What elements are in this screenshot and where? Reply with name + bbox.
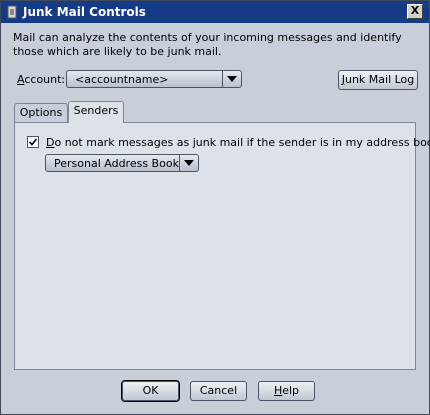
- checkmark-icon: [29, 138, 37, 146]
- chevron-down-icon: [179, 155, 198, 171]
- tab-senders[interactable]: Senders: [68, 101, 124, 123]
- junk-mail-log-button[interactable]: Junk Mail Log: [338, 70, 418, 90]
- title-bar[interactable]: Junk Mail Controls X: [1, 1, 429, 23]
- address-book-checkbox[interactable]: [27, 136, 39, 148]
- description-text: Mail can analyze the contents of your in…: [13, 31, 402, 58]
- tab-options[interactable]: Options: [14, 103, 68, 123]
- address-book-value: Personal Address Book: [54, 157, 179, 170]
- close-icon: X: [410, 4, 420, 17]
- account-dropdown[interactable]: <accountname>: [66, 70, 242, 88]
- junk-mail-controls-dialog: Junk Mail Controls X Mail can analyze th…: [0, 0, 430, 415]
- address-book-checkbox-label[interactable]: Do not mark messages as junk mail if the…: [46, 136, 430, 149]
- window-title: Junk Mail Controls: [23, 5, 146, 19]
- address-book-dropdown[interactable]: Personal Address Book: [45, 154, 199, 172]
- account-label: Account:: [17, 73, 66, 86]
- tab-options-label: Options: [19, 106, 63, 119]
- ok-button[interactable]: OK: [122, 381, 179, 401]
- tab-senders-label: Senders: [73, 104, 119, 117]
- account-value: <accountname>: [75, 73, 169, 86]
- chevron-down-icon: [222, 71, 241, 87]
- close-button[interactable]: X: [407, 4, 423, 19]
- cancel-button[interactable]: Cancel: [190, 381, 247, 401]
- app-icon: [7, 5, 17, 19]
- help-button[interactable]: Help: [258, 381, 315, 401]
